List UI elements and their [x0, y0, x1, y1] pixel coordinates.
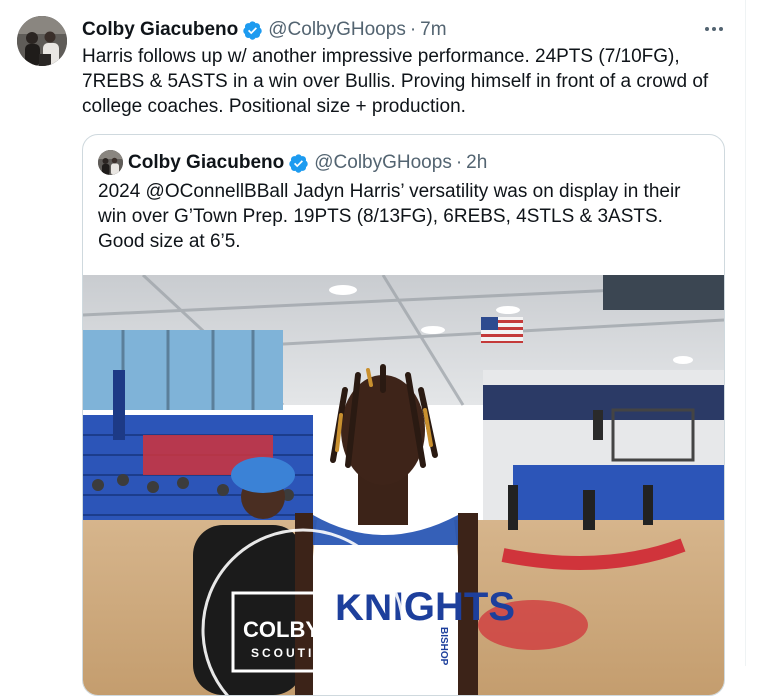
more-horizontal-icon[interactable]: [702, 17, 726, 41]
separator-dot: ·: [409, 19, 417, 40]
verified-badge-icon: [289, 153, 308, 173]
quoted-author-handle: @ColbyGHoops: [314, 152, 452, 173]
quoted-tweet-card[interactable]: Colby Giacubeno @ColbyGHoops · 2h 2024 @…: [82, 134, 725, 696]
author-name[interactable]: Colby Giacubeno: [82, 19, 238, 41]
avatar-photo: [17, 16, 67, 66]
tweet-text: Harris follows up w/ another impressive …: [82, 46, 709, 117]
separator-dot: ·: [455, 152, 463, 173]
timestamp[interactable]: 7m: [420, 19, 446, 41]
quoted-tweet-text: 2024 @OConnellBBall Jadyn Harris’ versat…: [98, 181, 681, 252]
basketball-gym-photo: KNIGHTS BISHOP COLBY G SCOUTING: [83, 275, 724, 695]
verified-badge-icon: [243, 20, 262, 40]
quoted-media-photo[interactable]: KNIGHTS BISHOP COLBY G SCOUTING: [83, 275, 724, 695]
author-handle[interactable]: @ColbyGHoops: [268, 19, 406, 41]
quoted-avatar: [98, 150, 123, 175]
watermark-subtitle: SCOUTING: [251, 646, 338, 660]
watermark-title: COLBY G: [243, 617, 343, 642]
avatar[interactable]: [17, 16, 67, 66]
timeline-border: [745, 0, 746, 666]
quoted-timestamp: 2h: [466, 152, 488, 173]
quoted-tweet-header: Colby Giacubeno @ColbyGHoops · 2h: [128, 151, 487, 175]
more-dots-icon: [705, 27, 723, 31]
quoted-author-name: Colby Giacubeno: [128, 152, 285, 173]
jersey-side-text: BISHOP: [438, 627, 449, 666]
tweet-header: Colby Giacubeno @ColbyGHoops · 7m: [82, 18, 447, 42]
quoted-avatar-photo: [98, 150, 123, 175]
